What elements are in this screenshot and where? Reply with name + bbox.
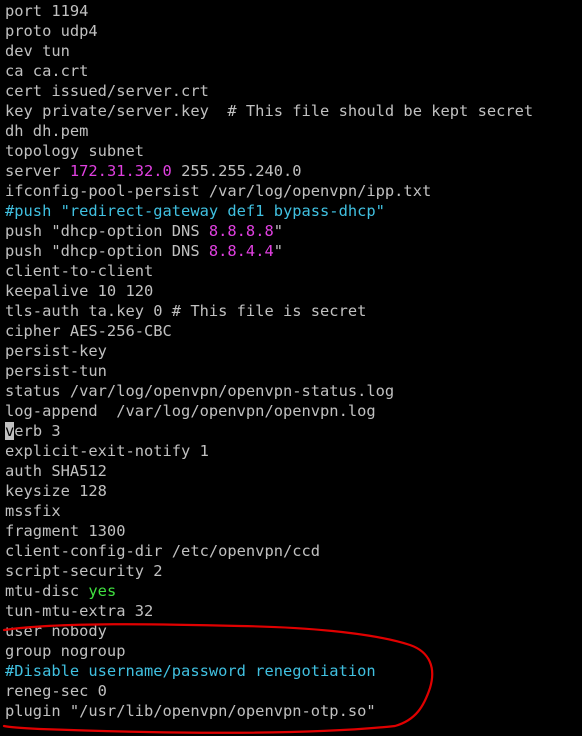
- config-token: dh dh.pem: [5, 122, 89, 140]
- config-line[interactable]: ca ca.crt: [5, 61, 88, 81]
- config-token: yes: [88, 582, 117, 600]
- config-line[interactable]: explicit-exit-notify 1: [5, 441, 209, 461]
- config-token: dev tun: [5, 42, 70, 60]
- config-line[interactable]: verb 3: [5, 421, 61, 441]
- config-line[interactable]: cert issued/server.crt: [5, 81, 209, 101]
- config-line[interactable]: #Disable username/password renegotiation: [5, 661, 376, 681]
- config-token: script-security 2: [5, 562, 163, 580]
- config-token: ": [273, 242, 284, 260]
- terminal-editor[interactable]: port 1194 proto udp4 dev tun ca ca.crt cert …: [0, 0, 582, 736]
- config-token: log-append /var/log/openvpn/openvpn.log: [5, 402, 376, 420]
- config-line[interactable]: auth SHA512: [5, 461, 107, 481]
- config-token: user nobody: [5, 622, 107, 640]
- config-token: 255.255.240.0: [171, 162, 302, 180]
- config-token: server: [5, 162, 70, 180]
- config-token: keysize 128: [5, 482, 107, 500]
- config-token: push "dhcp-option DNS: [5, 222, 209, 240]
- config-line[interactable]: user nobody: [5, 621, 107, 641]
- config-line[interactable]: server 172.31.32.0 255.255.240.0: [5, 161, 302, 181]
- config-token: tun-mtu-extra 32: [5, 602, 154, 620]
- config-token: explicit-exit-notify 1: [5, 442, 209, 460]
- config-line[interactable]: push "dhcp-option DNS 8.8.4.4": [5, 241, 283, 261]
- config-line[interactable]: mtu-disc yes: [5, 581, 116, 601]
- config-line[interactable]: tun-mtu-extra 32: [5, 601, 153, 621]
- config-line[interactable]: client-config-dir /etc/openvpn/ccd: [5, 541, 320, 561]
- config-line[interactable]: plugin "/usr/lib/openvpn/openvpn-otp.so": [5, 701, 376, 721]
- config-token: cipher AES-256-CBC: [5, 322, 172, 340]
- config-token: auth SHA512: [5, 462, 107, 480]
- config-token: 172.31.32.0: [69, 162, 172, 180]
- config-line[interactable]: keepalive 10 120: [5, 281, 153, 301]
- text-cursor: v: [5, 422, 15, 440]
- config-token: client-config-dir /etc/openvpn/ccd: [5, 542, 321, 560]
- config-line[interactable]: dh dh.pem: [5, 121, 88, 141]
- config-line[interactable]: cipher AES-256-CBC: [5, 321, 172, 341]
- config-token: status /var/log/openvpn/openvpn-status.l…: [5, 382, 395, 400]
- config-token: erb 3: [14, 422, 61, 440]
- config-line[interactable]: keysize 128: [5, 481, 107, 501]
- config-token: reneg-sec 0: [5, 682, 107, 700]
- config-line[interactable]: persist-key: [5, 341, 107, 361]
- config-line[interactable]: mssfix: [5, 501, 61, 521]
- config-token: ca ca.crt: [5, 62, 89, 80]
- config-token: fragment 1300: [5, 522, 126, 540]
- config-token: client-to-client: [5, 262, 154, 280]
- config-token: topology subnet: [5, 142, 144, 160]
- config-token: group nogroup: [5, 642, 126, 660]
- config-token: push "dhcp-option DNS: [5, 242, 209, 260]
- config-line[interactable]: log-append /var/log/openvpn/openvpn.log: [5, 401, 376, 421]
- config-token: persist-tun: [5, 362, 107, 380]
- config-line[interactable]: group nogroup: [5, 641, 125, 661]
- config-token: persist-key: [5, 342, 107, 360]
- config-line[interactable]: tls-auth ta.key 0 # This file is secret: [5, 301, 366, 321]
- config-token: #push "redirect-gateway def1 bypass-dhcp…: [5, 202, 385, 220]
- config-token: ifconfig-pool-persist /var/log/openvpn/i…: [5, 182, 432, 200]
- config-token: tls-auth ta.key 0 # This file is secret: [5, 302, 367, 320]
- config-line[interactable]: reneg-sec 0: [5, 681, 107, 701]
- config-token: key private/server.key # This file shoul…: [5, 102, 534, 120]
- config-line[interactable]: dev tun: [5, 41, 70, 61]
- config-token: 8.8.4.4: [208, 242, 274, 260]
- config-token: keepalive 10 120: [5, 282, 154, 300]
- config-token: plugin "/usr/lib/openvpn/openvpn-otp.so": [5, 702, 376, 720]
- config-token: mtu-disc: [5, 582, 89, 600]
- config-token: cert issued/server.crt: [5, 82, 209, 100]
- config-line[interactable]: client-to-client: [5, 261, 153, 281]
- config-token: port 1194: [5, 2, 89, 20]
- config-line[interactable]: fragment 1300: [5, 521, 125, 541]
- config-line[interactable]: push "dhcp-option DNS 8.8.8.8": [5, 221, 283, 241]
- config-line[interactable]: ifconfig-pool-persist /var/log/openvpn/i…: [5, 181, 431, 201]
- config-line[interactable]: persist-tun: [5, 361, 107, 381]
- config-line[interactable]: script-security 2: [5, 561, 163, 581]
- config-token: ": [273, 222, 284, 240]
- config-line[interactable]: topology subnet: [5, 141, 144, 161]
- config-line[interactable]: #push "redirect-gateway def1 bypass-dhcp…: [5, 201, 385, 221]
- config-token: 8.8.8.8: [208, 222, 274, 240]
- config-line[interactable]: key private/server.key # This file shoul…: [5, 101, 533, 121]
- config-token: proto udp4: [5, 22, 98, 40]
- config-line[interactable]: status /var/log/openvpn/openvpn-status.l…: [5, 381, 394, 401]
- config-line[interactable]: proto udp4: [5, 21, 98, 41]
- config-line[interactable]: port 1194: [5, 1, 88, 21]
- config-token: mssfix: [5, 502, 61, 520]
- config-token: #Disable username/password renegotiation: [5, 662, 376, 680]
